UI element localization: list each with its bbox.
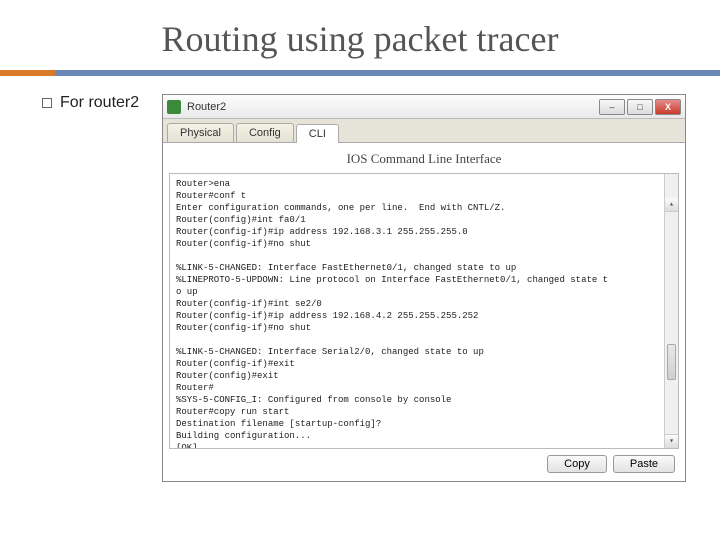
- minimize-button[interactable]: –: [599, 99, 625, 115]
- accent-bar: [0, 70, 720, 76]
- bullet-text: For router2: [60, 94, 139, 112]
- bullet-item: For router2: [0, 94, 162, 112]
- slide-title: Routing using packet tracer: [0, 0, 720, 70]
- accent-orange: [0, 70, 55, 76]
- cli-output[interactable]: Router>ena Router#conf t Enter configura…: [169, 173, 679, 449]
- window-titlebar: Router2 – □ X: [163, 95, 685, 119]
- scrollbar[interactable]: ▴ ▾: [664, 174, 678, 448]
- tab-strip: Physical Config CLI: [163, 119, 685, 143]
- window-controls: – □ X: [599, 99, 681, 115]
- tab-config[interactable]: Config: [236, 123, 294, 142]
- panel-heading: IOS Command Line Interface: [169, 147, 679, 173]
- app-icon: [167, 100, 181, 114]
- cli-panel: IOS Command Line Interface Router>ena Ro…: [163, 143, 685, 481]
- copy-button[interactable]: Copy: [547, 455, 607, 473]
- tab-physical[interactable]: Physical: [167, 123, 234, 142]
- window-title: Router2: [187, 101, 599, 113]
- paste-button[interactable]: Paste: [613, 455, 675, 473]
- scroll-down-icon[interactable]: ▾: [665, 434, 678, 448]
- close-button[interactable]: X: [655, 99, 681, 115]
- scroll-thumb[interactable]: [667, 344, 676, 380]
- bullet-square-icon: [42, 98, 52, 108]
- maximize-button[interactable]: □: [627, 99, 653, 115]
- router-window: Router2 – □ X Physical Config CLI IOS Co…: [162, 94, 686, 482]
- tab-cli[interactable]: CLI: [296, 124, 339, 143]
- panel-button-row: Copy Paste: [169, 449, 679, 475]
- scroll-up-icon[interactable]: ▴: [665, 198, 678, 212]
- accent-blue: [55, 70, 720, 76]
- cli-text: Router>ena Router#conf t Enter configura…: [176, 179, 608, 449]
